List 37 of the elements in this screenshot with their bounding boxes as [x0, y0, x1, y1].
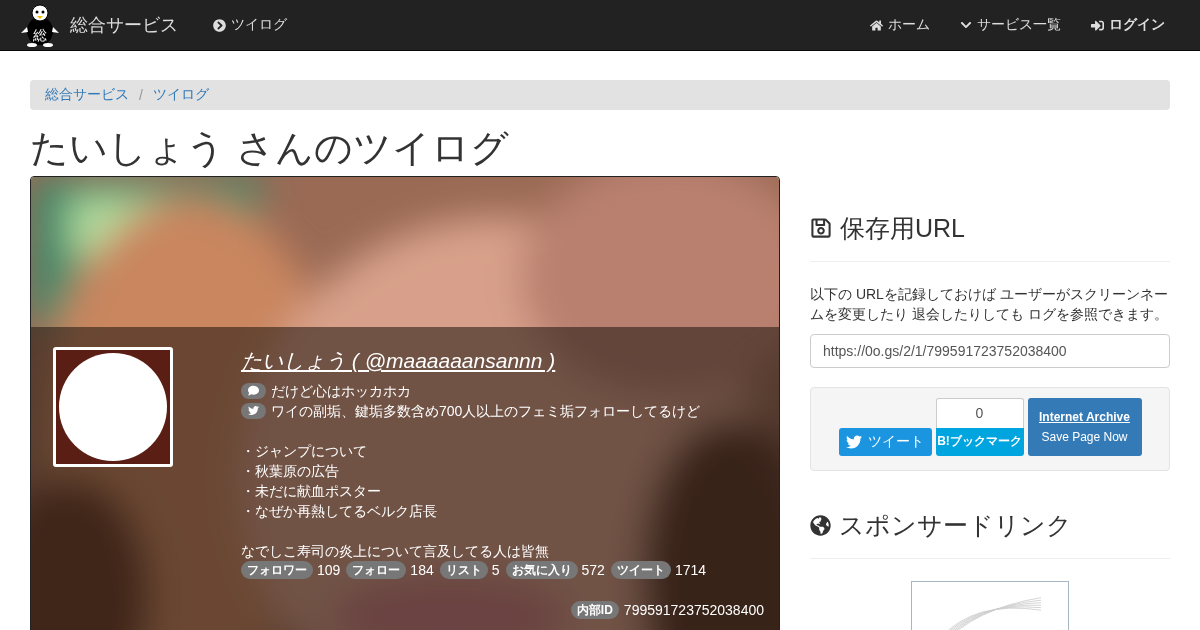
- breadcrumb-separator: /: [139, 87, 143, 103]
- status-text: だけど心はホッカホカ: [271, 381, 411, 401]
- archive-text: Save Page Now: [1041, 429, 1128, 444]
- penguin-logo[interactable]: 総: [20, 3, 60, 47]
- home-icon: [870, 18, 883, 32]
- section-heading: 保存用URL: [840, 212, 965, 244]
- bookmark-count: 0: [935, 397, 1024, 428]
- twitter-bird-icon: [846, 433, 862, 450]
- stat-value: 1714: [674, 561, 707, 578]
- save-icon: [810, 217, 832, 240]
- bio-line: ワイの副垢、鍵垢多数含め700人以上のフェミ垢フォローしてるけど: [271, 401, 701, 421]
- sign-in-icon: [1091, 18, 1104, 32]
- bio-line: ・ジャンプについて: [241, 441, 367, 461]
- breadcrumb-link[interactable]: ツイログ: [152, 86, 209, 104]
- profile-name-link[interactable]: たいしょう ( @maaaaaansannn ): [241, 346, 556, 375]
- nav-link[interactable]: ホーム: [855, 16, 945, 34]
- save-description: 以下の URLを記録しておけば ユーザーがスクリーンネームを変更したり 退会したりしても ログを参照できます。: [810, 284, 1169, 324]
- archive-link[interactable]: Internet Archive: [1039, 409, 1130, 424]
- nav-link[interactable]: ログイン: [1076, 16, 1180, 34]
- bio-line: ・未だに献血ポスター: [241, 481, 381, 501]
- chevron-down-icon: [960, 19, 972, 31]
- stat-value: 572: [581, 561, 605, 578]
- bio-line: なでしこ寿司の炎上について言及してる人は皆無: [241, 541, 549, 561]
- page-title: たいしょう さんのツイログ: [30, 128, 510, 170]
- nav-link[interactable]: サービス一覧: [945, 16, 1076, 34]
- brand-link[interactable]: 総合サービス: [70, 13, 178, 37]
- stat-value: 109: [317, 561, 341, 578]
- id-value: 799591723752038400: [623, 601, 764, 618]
- bio-line: ・なぜか再熱してるベルク店長: [241, 501, 437, 521]
- globe-icon: [810, 514, 831, 536]
- bio-line: ・秋葉原の広告: [241, 461, 339, 481]
- url-field[interactable]: https://0o.gs/2/1/799591723752038400: [810, 333, 1170, 368]
- section-heading: スポンサードリンク: [839, 509, 1072, 541]
- stat-value: 184: [410, 561, 434, 578]
- nav-link[interactable]: ツイログ: [198, 16, 302, 34]
- stat-value: 5: [491, 561, 500, 578]
- breadcrumb-link[interactable]: 総合サービス: [45, 86, 129, 104]
